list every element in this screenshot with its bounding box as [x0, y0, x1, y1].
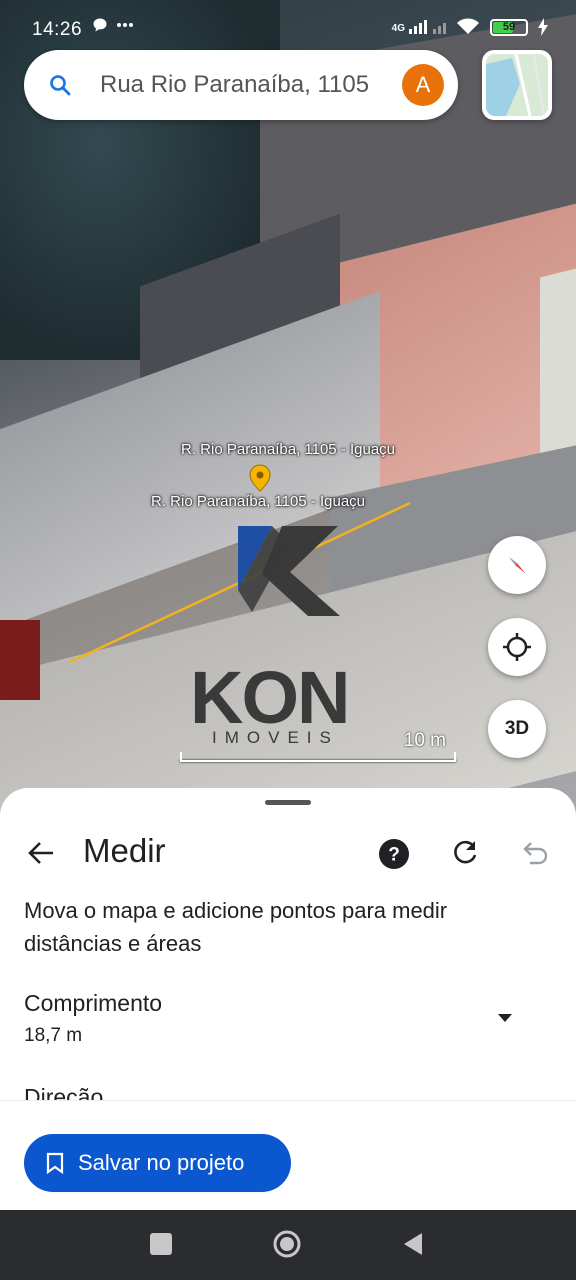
- map-thumbnail-icon: [486, 54, 548, 116]
- layers-button[interactable]: [482, 50, 552, 120]
- search-bar[interactable]: A: [24, 50, 458, 120]
- battery-level: 59: [502, 21, 516, 33]
- save-to-project-button[interactable]: Salvar no projeto: [24, 1134, 291, 1192]
- 3d-toggle-button[interactable]: 3D: [488, 700, 546, 758]
- chat-icon: [93, 18, 107, 32]
- charging-icon: [538, 18, 548, 36]
- bookmark-icon: [46, 1152, 64, 1174]
- sheet-description: Mova o mapa e adicione pontos para medir…: [24, 898, 448, 956]
- refresh-icon[interactable]: [450, 838, 480, 868]
- place-label-secondary: R. Rio Paranaíba, 1105 - Iguaçu: [151, 493, 366, 510]
- 3d-label: 3D: [504, 718, 530, 739]
- length-label: Comprimento: [24, 990, 163, 1016]
- satellite-map[interactable]: R. Rio Paranaíba, 1105 - Iguaçu R. Rio P…: [0, 0, 576, 830]
- save-button-label: Salvar no projeto: [78, 1150, 245, 1175]
- scale-label: 10 m: [403, 730, 446, 751]
- help-icon[interactable]: ?: [378, 838, 410, 870]
- place-pin-icon[interactable]: [249, 464, 271, 492]
- kon-watermark-logo: KON IMOVEIS: [190, 520, 390, 760]
- wifi-icon: [457, 18, 479, 34]
- sheet-title: Medir: [83, 832, 166, 869]
- home-button[interactable]: [272, 1229, 302, 1259]
- network-type: 4G: [391, 23, 405, 34]
- undo-icon[interactable]: [520, 838, 550, 868]
- search-icon[interactable]: [48, 73, 72, 97]
- scale-line: [180, 760, 456, 762]
- length-value: 18,7 m: [24, 1025, 83, 1046]
- my-location-icon: [503, 633, 531, 661]
- scale-tick-right: [454, 752, 456, 762]
- system-nav-bar: [0, 1210, 576, 1280]
- layers-thumbnail: [486, 54, 548, 116]
- map-roof-white: [540, 262, 576, 458]
- svg-text:?: ?: [388, 845, 400, 866]
- kon-logo-mark: [238, 526, 340, 616]
- place-label[interactable]: R. Rio Paranaíba, 1105 - Iguaçu: [181, 441, 395, 458]
- account-avatar[interactable]: A: [402, 64, 444, 106]
- my-location-button[interactable]: [488, 618, 546, 676]
- compass-icon: [509, 557, 526, 574]
- scale-bar: 10 m: [178, 730, 458, 766]
- more-icon: [117, 23, 133, 27]
- status-time: 14:26: [32, 19, 83, 40]
- back-arrow-icon[interactable]: [26, 838, 56, 868]
- battery-icon: 59: [490, 18, 528, 36]
- scale-tick-left: [180, 752, 182, 762]
- back-nav-button[interactable]: [402, 1231, 424, 1257]
- map-red-car: [0, 620, 40, 700]
- status-bar: 14:26 4G 59: [0, 0, 576, 46]
- dropdown-arrow-icon[interactable]: [496, 1012, 514, 1024]
- signal-icon: 4G: [392, 20, 446, 34]
- compass-button[interactable]: [488, 536, 546, 594]
- sheet-drag-handle[interactable]: [265, 800, 311, 805]
- search-input[interactable]: [100, 64, 400, 106]
- measure-sheet: Medir ? Mova o mapa e adicione pontos pa…: [0, 788, 576, 1210]
- recents-button[interactable]: [150, 1233, 172, 1255]
